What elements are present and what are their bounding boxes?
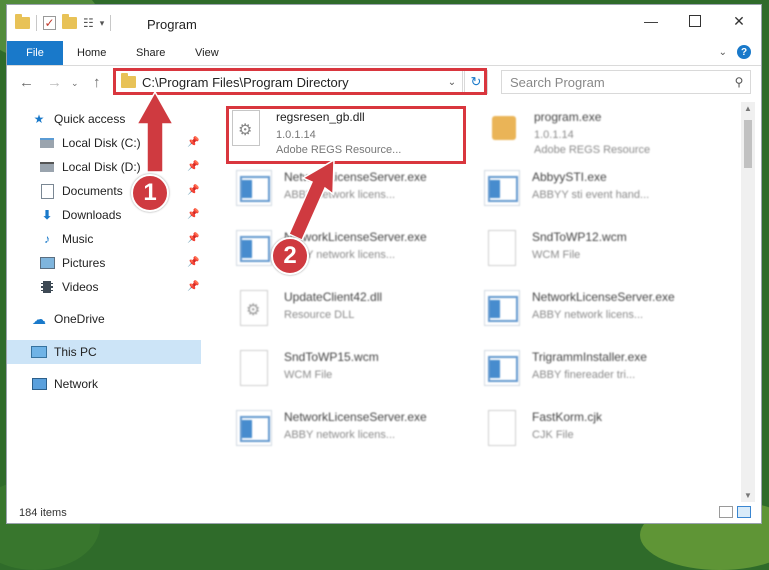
- annotation-arrow-1: [135, 90, 175, 173]
- step-badge-2: 2: [271, 237, 309, 275]
- annotation-arrow-2: [288, 158, 335, 242]
- annotation-arrows: [135, 90, 335, 242]
- step-badge-1: 1: [131, 174, 169, 212]
